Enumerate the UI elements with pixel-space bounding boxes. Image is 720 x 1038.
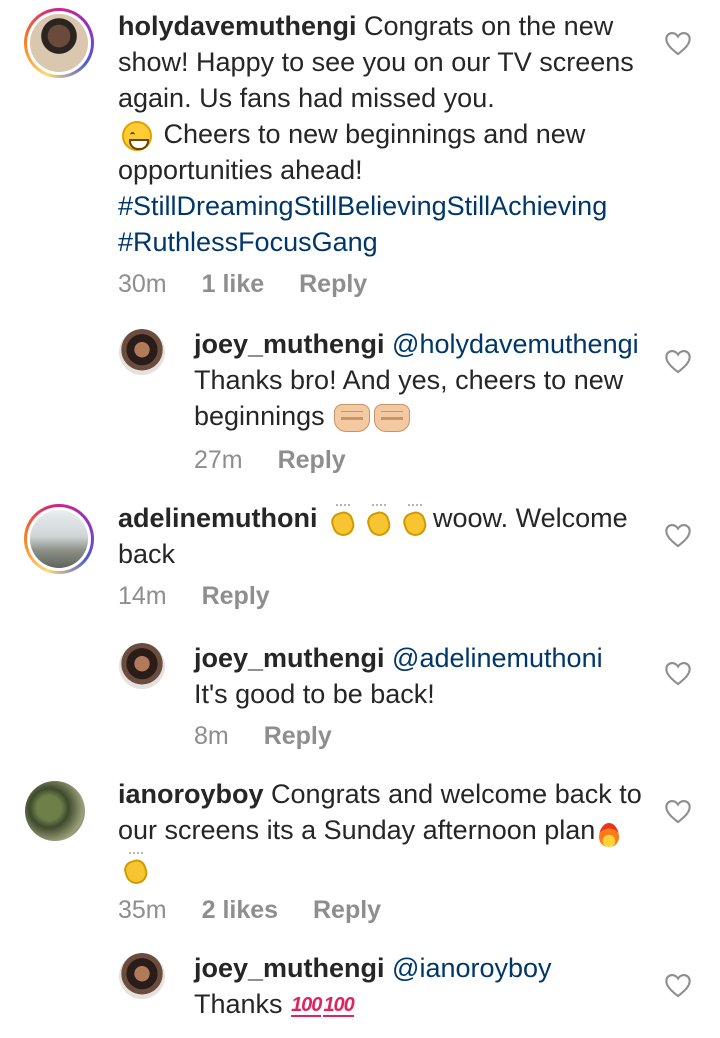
comment-text: adelinemuthoni woow. Welcome back — [118, 500, 658, 572]
hashtag-link[interactable]: #StillDreamingStillBelievingStillAchievi… — [118, 191, 607, 221]
heart-icon[interactable] — [664, 348, 692, 374]
heart-icon[interactable] — [664, 972, 692, 998]
heart-icon[interactable] — [664, 30, 692, 56]
likes-count[interactable]: 2 likes — [202, 896, 278, 924]
comment-username[interactable]: joey_muthengi — [194, 953, 385, 983]
comment-body: Thanks — [194, 989, 283, 1019]
comment-meta: 14m Reply — [118, 582, 298, 611]
comment-time: 30m — [118, 270, 167, 298]
comment-text: joey_muthengi @holydavemuthengi Thanks b… — [194, 326, 654, 434]
comment-time: 35m — [118, 896, 167, 924]
comment-time: 14m — [118, 582, 167, 610]
comment-reply: joey_muthengi @adelinemuthoni It's good … — [0, 636, 720, 766]
heart-icon[interactable] — [664, 660, 692, 686]
reply-button[interactable]: Reply — [264, 722, 332, 750]
avatar[interactable] — [24, 8, 94, 78]
profile-photo-icon — [119, 329, 165, 375]
reply-button[interactable]: Reply — [313, 896, 381, 924]
reply-button[interactable]: Reply — [202, 582, 270, 610]
comment-text: ianoroyboy Congrats and welcome back to … — [118, 776, 648, 884]
comment-reply: joey_muthengi @holydavemuthengi Thanks b… — [0, 320, 720, 480]
clapping-hands-icon — [328, 503, 358, 536]
reply-button[interactable]: Reply — [278, 446, 346, 474]
hundred-points-icon: 100 — [291, 993, 322, 1017]
avatar[interactable] — [24, 504, 94, 574]
fire-icon — [597, 817, 621, 847]
comment-username[interactable]: adelinemuthoni — [118, 503, 318, 533]
profile-photo-icon — [119, 953, 165, 999]
fist-bump-icon — [334, 403, 371, 432]
comment: holydavemuthengi Congrats on the new sho… — [0, 0, 720, 310]
grinning-face-icon — [122, 120, 152, 151]
profile-photo-icon — [30, 14, 88, 72]
comment-meta: 30m 1 like Reply — [118, 270, 395, 299]
fist-bump-icon — [374, 403, 411, 432]
comment-body: It's good to be back! — [194, 679, 435, 709]
comment-meta: 35m 2 likes Reply — [118, 896, 409, 925]
avatar[interactable] — [24, 780, 86, 842]
comment-time: 8m — [194, 722, 229, 750]
mention-link[interactable]: @adelinemuthoni — [392, 643, 603, 673]
profile-photo-icon — [119, 643, 165, 689]
clapping-hands-icon — [364, 503, 394, 536]
comment-username[interactable]: ianoroyboy — [118, 779, 264, 809]
clapping-hands-icon — [400, 503, 430, 536]
comment-text: holydavemuthengi Congrats on the new sho… — [118, 8, 658, 260]
comment-username[interactable]: joey_muthengi — [194, 643, 385, 673]
comment-text: joey_muthengi @ianoroyboy Thanks 100 100 — [194, 950, 654, 1022]
comment-username[interactable]: holydavemuthengi — [118, 11, 357, 41]
clapping-hands-icon — [121, 851, 151, 884]
avatar[interactable] — [118, 952, 166, 1000]
comment-time: 27m — [194, 446, 243, 474]
mention-link[interactable]: @holydavemuthengi — [392, 329, 639, 359]
reply-button[interactable]: Reply — [299, 270, 367, 298]
hashtag-link[interactable]: #RuthlessFocusGang — [118, 227, 378, 257]
mention-link[interactable]: @ianoroyboy — [392, 953, 552, 983]
likes-count[interactable]: 1 like — [202, 270, 265, 298]
profile-photo-icon — [30, 510, 88, 568]
comment-body: Cheers to new beginnings and new opportu… — [118, 119, 586, 185]
comment-text: joey_muthengi @adelinemuthoni It's good … — [194, 640, 654, 712]
comment: ianoroyboy Congrats and welcome back to … — [0, 774, 720, 944]
heart-icon[interactable] — [664, 522, 692, 548]
comment-username[interactable]: joey_muthengi — [194, 329, 385, 359]
avatar[interactable] — [118, 328, 166, 376]
comment-reply: joey_muthengi @ianoroyboy Thanks 100 100 — [0, 950, 720, 1038]
avatar[interactable] — [118, 642, 166, 690]
comment-meta: 8m Reply — [194, 722, 360, 751]
comment-meta: 27m Reply — [194, 446, 374, 475]
heart-icon[interactable] — [664, 798, 692, 824]
profile-photo-icon — [25, 781, 85, 841]
comment: adelinemuthoni woow. Welcome back 14m Re… — [0, 496, 720, 636]
hundred-points-icon: 100 — [323, 993, 355, 1017]
